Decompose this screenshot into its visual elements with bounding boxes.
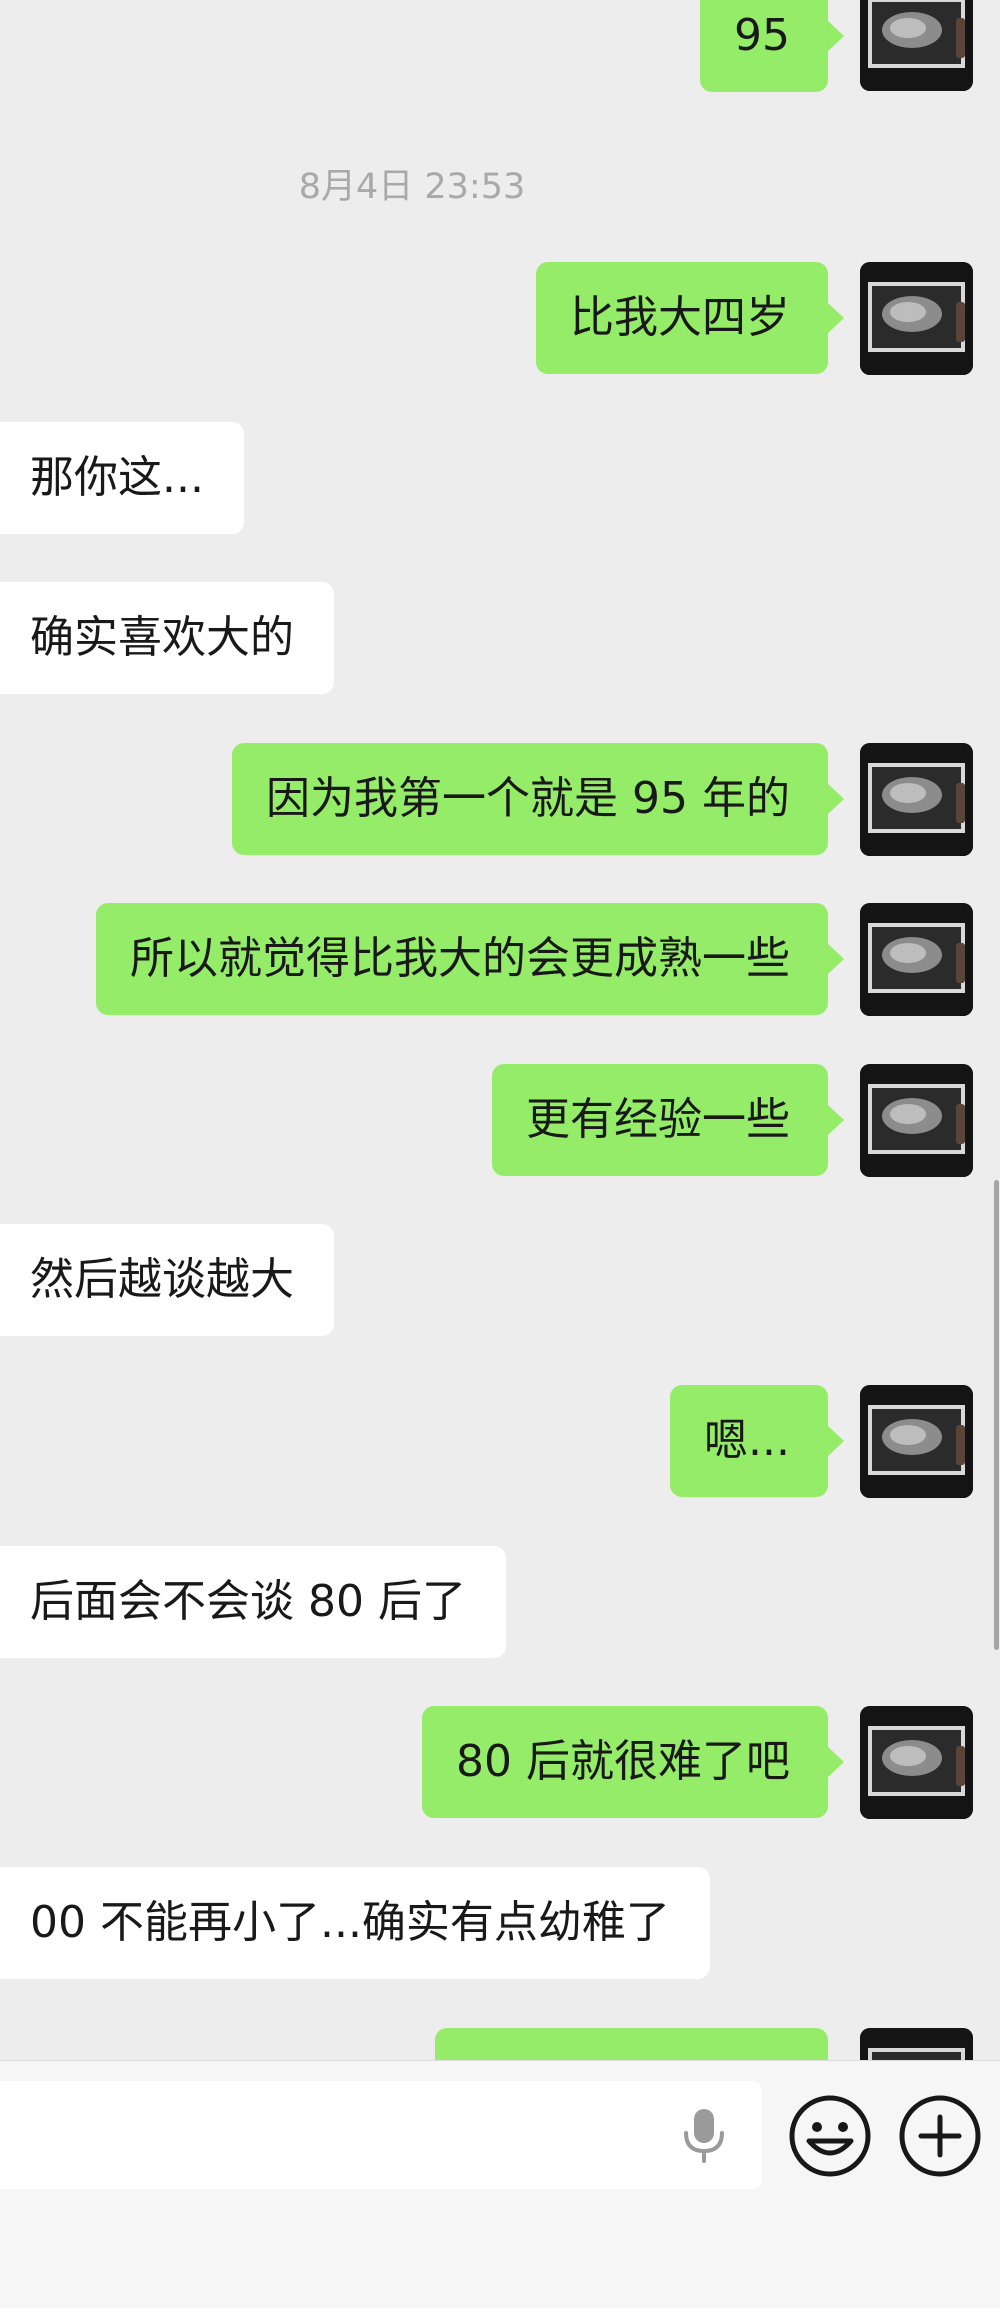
message-text: 那你这... [30, 452, 204, 503]
avatar[interactable] [860, 743, 973, 856]
message-text: 后面会不会谈 80 后了 [30, 1576, 466, 1627]
input-toolbar [0, 2060, 1000, 2308]
message-bubble-outgoing[interactable]: 嗯... [670, 1385, 844, 1497]
message-text: 所以就觉得比我大的会更成熟一些 [130, 933, 790, 984]
message-bubble-outgoing[interactable]: 比我大四岁 [536, 262, 844, 374]
avatar[interactable] [860, 1385, 973, 1498]
message-text: 嗯... [704, 1415, 790, 1466]
message-text: 因为我第一个就是 95 年的 [266, 773, 790, 824]
emoji-icon[interactable] [787, 2093, 873, 2179]
message-bubble-outgoing[interactable]: 80 后就很难了吧 [422, 1706, 844, 1818]
avatar[interactable] [860, 1064, 973, 1177]
add-icon[interactable] [897, 2093, 983, 2179]
avatar[interactable] [860, 2028, 973, 2060]
microphone-icon[interactable] [676, 2105, 732, 2169]
chat-area[interactable]: 95 8月4日 23:53 比我大四岁 那你这... 确实喜欢大的 因为我第一个… [0, 0, 1000, 2060]
message-text: 确实喜欢大的 [30, 612, 294, 663]
avatar[interactable] [860, 903, 973, 1016]
message-bubble-outgoing[interactable]: 所以就觉得比我大的会更成熟一些 [96, 903, 844, 1015]
avatar[interactable] [860, 0, 973, 91]
message-text: 00 不能再小了...确实有点幼稚了 [30, 1897, 670, 1948]
message-bubble-incoming[interactable]: 确实喜欢大的 [0, 582, 334, 694]
message-text: 95 [734, 10, 790, 61]
message-bubble-incoming[interactable]: 后面会不会谈 80 后了 [0, 1546, 506, 1658]
avatar[interactable] [860, 262, 973, 375]
message-bubble-outgoing[interactable] [435, 2028, 828, 2060]
chat-scrollbar[interactable] [994, 1180, 999, 1650]
message-text: 更有经验一些 [526, 1094, 790, 1145]
message-bubble-incoming[interactable]: 那你这... [0, 422, 244, 534]
message-input[interactable] [0, 2081, 762, 2189]
message-text: 比我大四岁 [570, 292, 790, 343]
message-bubble-incoming[interactable]: 然后越谈越大 [0, 1224, 334, 1336]
message-bubble-outgoing[interactable]: 更有经验一些 [492, 1064, 844, 1176]
message-text: 然后越谈越大 [30, 1254, 294, 1305]
avatar[interactable] [860, 1706, 973, 1819]
message-text: 80 后就很难了吧 [456, 1736, 790, 1787]
message-bubble-incoming[interactable]: 00 不能再小了...确实有点幼稚了 [0, 1867, 710, 1979]
message-bubble-outgoing[interactable]: 因为我第一个就是 95 年的 [232, 743, 844, 855]
message-timestamp: 8月4日 23:53 [298, 167, 526, 207]
message-bubble-outgoing[interactable]: 95 [700, 0, 844, 92]
